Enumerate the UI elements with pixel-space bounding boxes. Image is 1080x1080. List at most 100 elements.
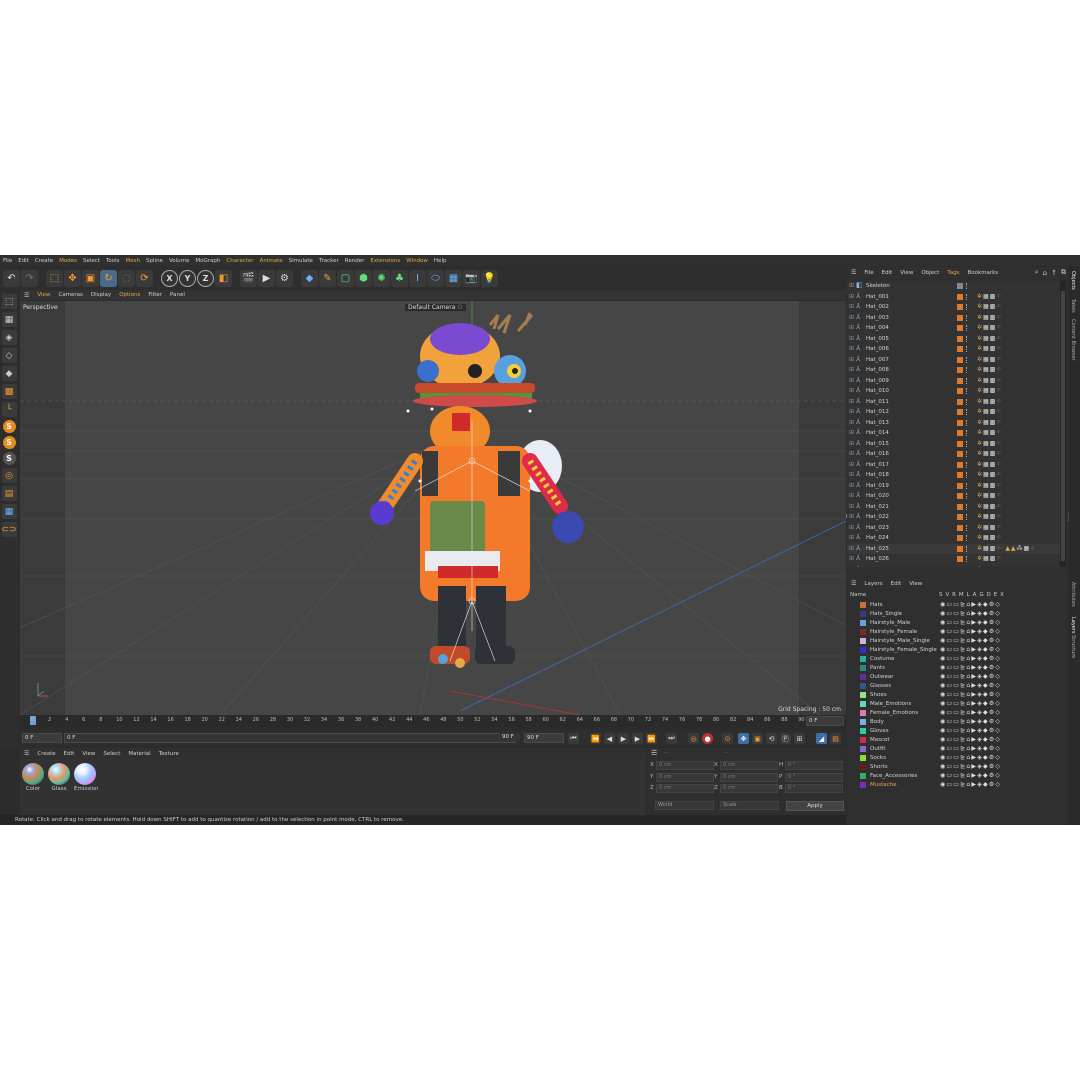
object-row[interactable]: ⊞ ⅄ Hat_025 ✲▦▩⁘ ▲▲⁂▦⁘ <box>847 543 1060 554</box>
visibility-dots[interactable] <box>966 524 970 531</box>
y-axis-icon[interactable]: Y <box>179 269 196 287</box>
object-row[interactable]: ⊞ ⅄ Hat_026 ✲▦▩⁘ <box>847 554 1060 564</box>
layer-swatch[interactable] <box>957 409 963 415</box>
viewport-menu-display[interactable]: Display <box>87 292 115 298</box>
points-mode-icon[interactable]: ◈ <box>1 330 17 345</box>
object-tags[interactable]: ✲▦▩⁘ <box>977 534 1002 541</box>
object-menu-file[interactable]: File <box>860 270 877 276</box>
object-scrollbar[interactable] <box>1060 281 1066 567</box>
layer-swatch[interactable] <box>957 388 963 394</box>
object-menu-object[interactable]: Object <box>917 270 943 276</box>
visibility-dots[interactable] <box>966 472 970 478</box>
mograph-icon[interactable]: ♣ <box>391 269 408 287</box>
visibility-dots[interactable] <box>966 377 970 384</box>
menu-volume[interactable]: Volume <box>166 258 192 264</box>
next-frame-icon[interactable]: ▶ <box>632 733 643 744</box>
layer-flag-icons[interactable]: ◉▭▭⊵⌂▶◈◆⚙◇ <box>940 601 1001 608</box>
floor-icon[interactable]: ▦ <box>445 269 462 287</box>
coordinate-mode-select[interactable]: Scale <box>720 801 779 810</box>
menu-mesh[interactable]: Mesh <box>123 258 143 264</box>
object-row-skeleton[interactable]: ⊞ ◧ Skeleton <box>847 281 1060 291</box>
layer-flag-icons[interactable]: ◉▭▭⊵⌂▶◈◆⚙◇ <box>940 655 1001 662</box>
timeline-ruler[interactable]: 0 2 4 6 8 10 12 14 16 18 20 22 24 26 28 30 32 34 36 38 40 42 4… <box>20 715 846 727</box>
side-tab-structure[interactable]: Structure <box>1070 635 1076 658</box>
visibility-dots[interactable] <box>966 430 970 436</box>
layer-row[interactable]: Hairstyle_Male ◉▭▭⊵⌂▶◈◆⚙◇ <box>847 619 1068 628</box>
viewport-menu-filter[interactable]: Filter <box>144 292 166 298</box>
light-icon[interactable]: 💡 <box>481 269 498 287</box>
object-tags[interactable]: ✲▦▩⁘ <box>977 419 1002 426</box>
layer-row[interactable]: Costume ◉▭▭⊵⌂▶◈◆⚙◇ <box>847 655 1068 664</box>
render-picture-viewer-icon[interactable]: ▶ <box>258 269 275 287</box>
expand-icon[interactable]: ⊞ <box>849 282 854 289</box>
layer-row[interactable]: Body ◉▭▭⊵⌂▶◈◆⚙◇ <box>847 718 1068 727</box>
object-tags[interactable]: ✲▦▩⁘ <box>977 398 1002 405</box>
scale-icon[interactable]: ▣ <box>82 269 99 287</box>
layer-row[interactable]: Male_Emotions ◉▭▭⊵⌂▶◈◆⚙◇ <box>847 700 1068 709</box>
visibility-dots[interactable] <box>966 367 970 373</box>
layer-row[interactable]: Hairstyle_Male_Single ◉▭▭⊵⌂▶◈◆⚙◇ <box>847 637 1068 646</box>
material-menu-view[interactable]: View <box>78 751 99 757</box>
expand-icon[interactable]: ⊞ <box>849 471 854 478</box>
object-row[interactable]: ⊞ ⅄ Hat_018 ✲▦▩⁘ <box>847 470 1060 480</box>
layer-color-swatch[interactable] <box>860 710 866 716</box>
end-frame-field[interactable]: 90 F <box>524 733 564 743</box>
layer-flag-icons[interactable]: ◉▭▭⊵⌂▶◈◆⚙◇ <box>940 754 1001 761</box>
move-icon[interactable]: ✥ <box>64 269 81 287</box>
object-row[interactable]: ⊞ ⅄ Hat_015 ✲▦▩⁘ <box>847 439 1060 449</box>
expand-icon[interactable]: ⊞ <box>849 482 854 489</box>
material-color[interactable]: Color <box>22 763 44 792</box>
object-row[interactable]: ⊞⅄ Hat_027 ✲▦▩⁘ <box>847 565 1060 568</box>
undo-icon[interactable]: ↶ <box>3 269 20 287</box>
expand-icon[interactable]: ⊞ <box>849 377 854 384</box>
expand-icon[interactable]: ⊞ <box>849 524 854 531</box>
object-tags[interactable]: ✲▦▩⁘ <box>977 377 1002 384</box>
menu-help[interactable]: Help <box>431 258 450 264</box>
object-row[interactable]: ⊞ ⅄ Hat_012 ✲▦▩⁘ <box>847 407 1060 417</box>
layer-color-swatch[interactable] <box>860 620 866 626</box>
layer-color-swatch[interactable] <box>860 755 866 761</box>
side-tab-attributes[interactable]: Attributes <box>1070 582 1076 607</box>
visibility-dots[interactable] <box>966 409 970 415</box>
layer-color-swatch[interactable] <box>860 611 866 617</box>
object-row[interactable]: ⊞ ⅄ Hat_010 ✲▦▩⁘ <box>847 386 1060 396</box>
keyframe-selection-icon[interactable]: ⊙ <box>722 733 733 744</box>
layer-row[interactable]: Hairstyle_Female ◉▭▭⊵⌂▶◈◆⚙◇ <box>847 628 1068 637</box>
object-tags[interactable]: ✲▦▩⁘ <box>977 503 1002 510</box>
layer-swatch[interactable] <box>957 545 963 552</box>
preview-range-min[interactable]: 0 F <box>64 733 516 743</box>
side-tab-layers[interactable]: Layers <box>1070 617 1076 634</box>
object-tags[interactable]: ✲▦▩⁘ <box>977 461 1002 468</box>
up-arrow-icon[interactable]: ↑ <box>1049 269 1059 277</box>
layer-swatch[interactable] <box>957 482 963 489</box>
visibility-dots[interactable] <box>966 451 970 457</box>
viewport-menu-view[interactable]: View <box>33 292 54 298</box>
cube-icon[interactable]: ◆ <box>301 269 318 287</box>
object-row[interactable]: ⊞ ⅄ Hat_013 ✲▦▩⁘ <box>847 418 1060 428</box>
coord-field-z[interactable]: 0 cm <box>656 784 714 793</box>
autokeying-icon[interactable]: ● <box>702 733 713 744</box>
go-to-end-icon[interactable]: ⏭ <box>666 733 677 744</box>
object-tags[interactable]: ✲▦▩⁘ <box>977 324 1002 331</box>
expand-icon[interactable]: ⊞ <box>849 503 854 510</box>
layer-flag-icons[interactable]: ◉▭▭⊵⌂▶◈◆⚙◇ <box>940 763 1001 770</box>
start-frame-field[interactable]: 0 F <box>22 733 62 743</box>
object-tags[interactable]: ✲▦▩⁘ <box>977 566 1002 568</box>
layer-flag-icons[interactable]: ◉▭▭⊵⌂▶◈◆⚙◇ <box>940 673 1001 680</box>
character-model[interactable] <box>370 312 584 668</box>
layer-color-swatch[interactable] <box>860 692 866 698</box>
object-menu-edit[interactable]: Edit <box>878 270 897 276</box>
object-tags[interactable]: ✲▦▩⁘ <box>977 513 1002 520</box>
material-menu-create[interactable]: Create <box>33 751 59 757</box>
visibility-dots[interactable] <box>966 314 970 321</box>
viewport[interactable]: Perspective Default Camera ⚇ Grid Spacin… <box>20 301 846 715</box>
layer-swatch[interactable] <box>957 346 963 352</box>
expand-icon[interactable]: ⊞ <box>849 314 854 321</box>
viewport-menu-icon[interactable]: ☰ <box>20 292 33 299</box>
layer-swatch[interactable] <box>957 367 963 373</box>
object-tags[interactable]: ✲▦▩⁘ <box>977 408 1002 415</box>
workplane-icon[interactable]: ◎ <box>1 468 17 483</box>
visibility-dots[interactable] <box>966 556 970 562</box>
layer-color-swatch[interactable] <box>860 638 866 644</box>
expand-icon[interactable]: ⊞ <box>849 545 854 552</box>
